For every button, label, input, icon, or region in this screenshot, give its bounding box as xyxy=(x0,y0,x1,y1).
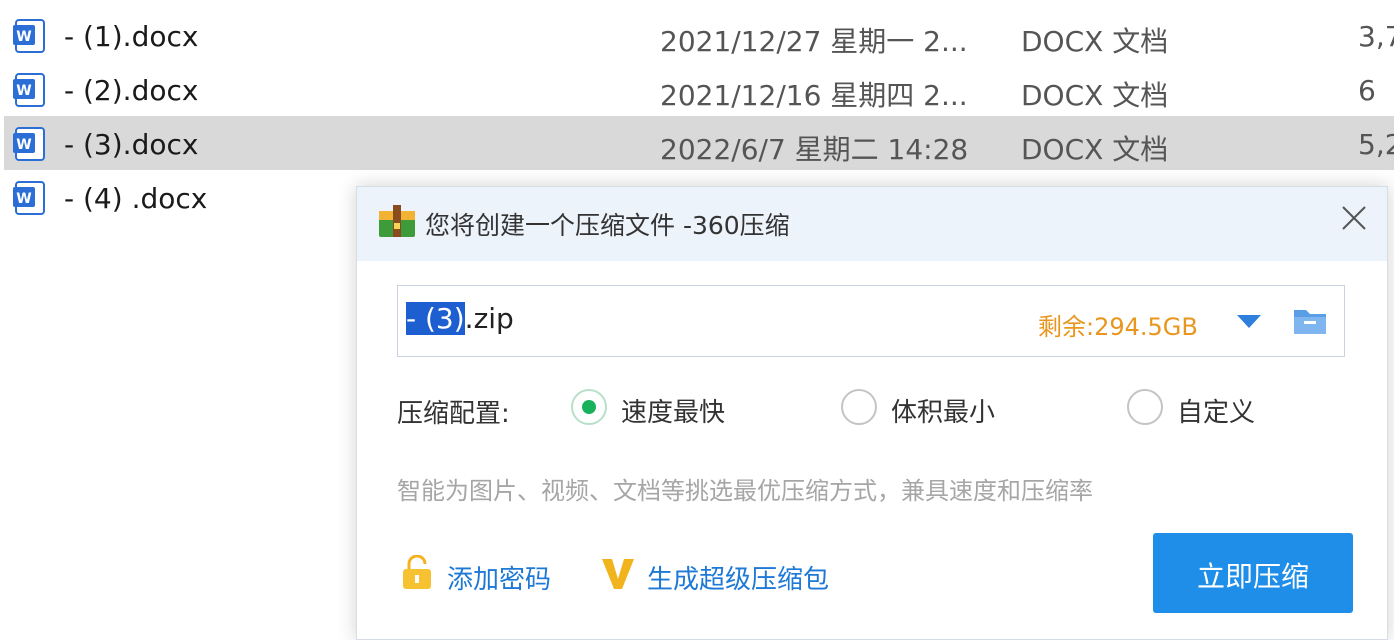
file-type: DOCX 文档 xyxy=(1021,79,1169,112)
word-doc-icon: W xyxy=(13,181,45,215)
file-size: 5,2 xyxy=(1358,128,1394,161)
word-doc-icon: W xyxy=(13,19,45,53)
file-name: - (2).docx xyxy=(64,74,199,107)
file-row-3-selected[interactable]: W - (3).docx 2022/6/7 星期二 14:28 DOCX 文档 … xyxy=(4,116,1394,170)
file-type: DOCX 文档 xyxy=(1021,133,1169,166)
dialog-title: 您将创建一个压缩文件 -360压缩 xyxy=(425,211,790,240)
close-icon[interactable] xyxy=(1333,199,1373,239)
chevron-down-icon[interactable] xyxy=(1234,312,1264,332)
compress-now-button[interactable]: 立即压缩 xyxy=(1153,533,1353,613)
unlock-icon xyxy=(403,555,431,589)
super-package-label: 生成超级压缩包 xyxy=(647,565,830,595)
file-name: - (1).docx xyxy=(64,20,199,53)
file-size: 3,7 xyxy=(1358,20,1394,53)
radio-circle xyxy=(571,389,607,425)
file-row-2[interactable]: W - (2).docx 2021/12/16 星期四 2... DOCX 文档… xyxy=(0,62,1394,116)
file-name: - (3).docx xyxy=(64,128,199,161)
svg-text:W: W xyxy=(16,83,31,99)
free-space-label: 剩余:294.5GB xyxy=(1038,313,1198,341)
vip-v-icon xyxy=(602,559,634,589)
path-extension: .zip xyxy=(464,302,514,335)
dialog-titlebar[interactable]: 您将创建一个压缩文件 -360压缩 xyxy=(357,187,1387,261)
radio-label: 体积最小 xyxy=(891,398,996,428)
svg-text:W: W xyxy=(16,29,31,45)
radio-circle xyxy=(1127,389,1163,425)
radio-circle xyxy=(841,389,877,425)
file-size: 6 xyxy=(1358,74,1376,107)
file-type: DOCX 文档 xyxy=(1021,25,1169,58)
create-archive-dialog: 您将创建一个压缩文件 -360压缩 - (3).zip 剩余:294.5GB 压… xyxy=(356,186,1388,640)
svg-text:W: W xyxy=(16,191,31,207)
radio-label: 自定义 xyxy=(1177,398,1256,428)
archive-path-input[interactable]: - (3).zip xyxy=(406,302,514,335)
file-date: 2022/6/7 星期二 14:28 xyxy=(660,133,969,166)
path-selected-text: - (3) xyxy=(406,302,465,335)
folder-icon[interactable] xyxy=(1292,304,1328,338)
360zip-app-icon xyxy=(379,205,415,237)
word-doc-icon: W xyxy=(13,127,45,161)
svg-text:W: W xyxy=(16,137,31,153)
file-date: 2021/12/16 星期四 2... xyxy=(660,79,968,112)
compress-config-label: 压缩配置: xyxy=(397,399,510,429)
compress-hint: 智能为图片、视频、文档等挑选最优压缩方式，兼具速度和压缩率 xyxy=(397,477,1093,505)
file-date: 2021/12/27 星期一 2... xyxy=(660,25,968,58)
file-name: - (4) .docx xyxy=(64,182,208,215)
compress-now-label: 立即压缩 xyxy=(1196,560,1309,593)
radio-label: 速度最快 xyxy=(621,398,726,428)
add-password-label: 添加密码 xyxy=(447,565,552,595)
word-doc-icon: W xyxy=(13,73,45,107)
file-row-1[interactable]: W - (1).docx 2021/12/27 星期一 2... DOCX 文档… xyxy=(0,8,1394,62)
archive-path-field[interactable]: - (3).zip 剩余:294.5GB xyxy=(397,285,1345,357)
